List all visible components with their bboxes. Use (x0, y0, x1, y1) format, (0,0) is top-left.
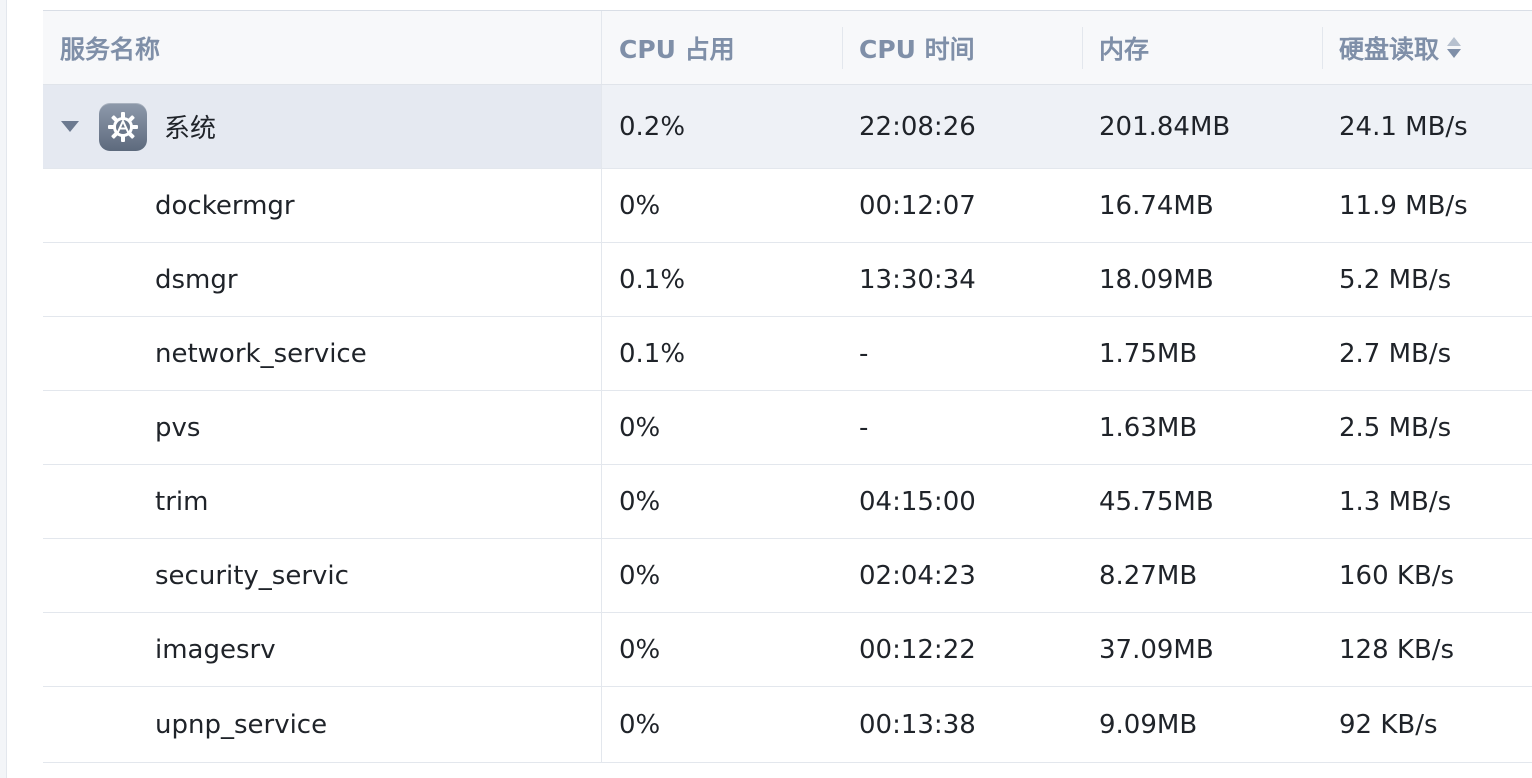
memory: 16.74MB (1099, 190, 1214, 221)
group-disk-read: 24.1 MB/s (1339, 111, 1468, 142)
table-header: 服务名称 CPU 占用 CPU 时间 内存 硬盘读取 (43, 11, 1532, 85)
disk-read: 2.7 MB/s (1339, 338, 1452, 369)
cpu-time: 00:13:38 (859, 709, 976, 740)
cpu-usage: 0% (619, 709, 661, 740)
disk-read: 5.2 MB/s (1339, 264, 1452, 295)
table-row[interactable]: upnp_service 0% 00:13:38 9.09MB 92 KB/s (43, 687, 1532, 763)
column-header-label: CPU 时间 (859, 34, 975, 64)
column-header-cpu-usage[interactable]: CPU 占用 (602, 11, 842, 84)
table-row[interactable]: pvs 0% - 1.63MB 2.5 MB/s (43, 391, 1532, 465)
column-header-label: 服务名称 (60, 34, 161, 64)
disk-read: 11.9 MB/s (1339, 190, 1468, 221)
group-cpu-time: 22:08:26 (859, 111, 976, 142)
cpu-time: 00:12:07 (859, 190, 976, 221)
disk-read: 1.3 MB/s (1339, 486, 1452, 517)
memory: 9.09MB (1099, 709, 1198, 740)
cpu-time: - (859, 412, 869, 443)
memory: 18.09MB (1099, 264, 1214, 295)
cpu-usage: 0.1% (619, 338, 686, 369)
service-table: 服务名称 CPU 占用 CPU 时间 内存 硬盘读取 系统 0.2% 22:08… (43, 10, 1532, 763)
caret-down-icon[interactable] (61, 121, 79, 132)
service-name: trim (43, 465, 602, 538)
table-row[interactable]: network_service 0.1% - 1.75MB 2.7 MB/s (43, 317, 1532, 391)
service-name: upnp_service (43, 687, 602, 762)
memory: 8.27MB (1099, 560, 1198, 591)
cpu-usage: 0% (619, 412, 661, 443)
cpu-usage: 0% (619, 486, 661, 517)
memory: 37.09MB (1099, 634, 1214, 665)
column-header-memory[interactable]: 内存 (1082, 11, 1322, 84)
table-row[interactable]: dockermgr 0% 00:12:07 16.74MB 11.9 MB/s (43, 169, 1532, 243)
left-sidebar-edge (0, 0, 7, 778)
column-header-service-name[interactable]: 服务名称 (43, 11, 602, 84)
group-name: 系统 (164, 114, 217, 144)
group-memory: 201.84MB (1099, 111, 1231, 142)
memory: 1.75MB (1099, 338, 1198, 369)
sort-ascending-icon (1447, 37, 1462, 46)
cpu-usage: 0% (619, 634, 661, 665)
cpu-time: 00:12:22 (859, 634, 976, 665)
memory: 45.75MB (1099, 486, 1214, 517)
service-name: network_service (43, 317, 602, 390)
memory: 1.63MB (1099, 412, 1198, 443)
gear-icon (99, 102, 147, 151)
cpu-usage: 0% (619, 560, 661, 591)
service-name: security_servic (43, 539, 602, 612)
cpu-time: 13:30:34 (859, 264, 976, 295)
group-row-system[interactable]: 系统 0.2% 22:08:26 201.84MB 24.1 MB/s (43, 85, 1532, 169)
disk-read: 92 KB/s (1339, 709, 1438, 740)
disk-read: 160 KB/s (1339, 560, 1455, 591)
table-row[interactable]: security_servic 0% 02:04:23 8.27MB 160 K… (43, 539, 1532, 613)
table-row[interactable]: dsmgr 0.1% 13:30:34 18.09MB 5.2 MB/s (43, 243, 1532, 317)
column-header-cpu-time[interactable]: CPU 时间 (842, 11, 1082, 84)
cpu-usage: 0% (619, 190, 661, 221)
column-header-label: CPU 占用 (619, 34, 735, 64)
group-name-cell: 系统 (43, 85, 602, 168)
column-header-label: 内存 (1099, 34, 1150, 64)
service-name: dsmgr (43, 243, 602, 316)
disk-read: 128 KB/s (1339, 634, 1455, 665)
table-row[interactable]: imagesrv 0% 00:12:22 37.09MB 128 KB/s (43, 613, 1532, 687)
sort-descending-icon (1447, 49, 1462, 58)
service-name: imagesrv (43, 613, 602, 686)
group-cpu: 0.2% (619, 111, 686, 142)
column-header-disk-read[interactable]: 硬盘读取 (1322, 11, 1532, 84)
cpu-time: 02:04:23 (859, 560, 976, 591)
cpu-time: - (859, 338, 869, 369)
table-row[interactable]: trim 0% 04:15:00 45.75MB 1.3 MB/s (43, 465, 1532, 539)
service-name: dockermgr (43, 169, 602, 242)
disk-read: 2.5 MB/s (1339, 412, 1452, 443)
cpu-usage: 0.1% (619, 264, 686, 295)
column-header-label: 硬盘读取 (1339, 34, 1440, 64)
service-name: pvs (43, 391, 602, 464)
cpu-time: 04:15:00 (859, 486, 976, 517)
sort-icon[interactable] (1447, 37, 1462, 58)
